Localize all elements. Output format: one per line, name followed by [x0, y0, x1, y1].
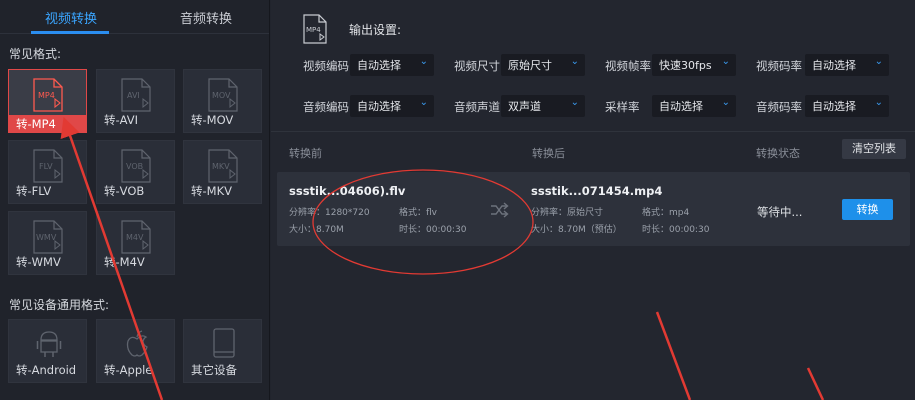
format-label: 转-MP4 [9, 115, 86, 132]
chevron-down-icon: ⌄ [419, 97, 428, 108]
frame-rate-select[interactable]: 快速30fps ⌄ [652, 54, 736, 76]
before-header: 转换前 [289, 147, 322, 160]
video-size-select[interactable]: 原始尺寸 ⌄ [501, 54, 585, 76]
source-filename: ssstik...04606).flv [289, 184, 406, 198]
audio-channel-select[interactable]: 双声道 ⌄ [501, 95, 585, 117]
source-size: 大小：8.70M [289, 225, 344, 235]
flv-file-icon: FLV [33, 149, 63, 183]
source-resolution: 分辨率：1280*720 [289, 208, 370, 218]
chevron-down-icon: ⌄ [419, 56, 428, 67]
video-bitrate-label: 视频码率 [756, 59, 802, 73]
format-badge: M4V [126, 233, 144, 242]
format-tile-avi[interactable]: AVI 转-AVI [96, 69, 175, 133]
format-badge: FLV [39, 162, 53, 171]
common-formats-title: 常见格式: [9, 47, 62, 61]
mov-file-icon: MOV [208, 78, 238, 112]
video-codec-label: 视频编码 [303, 59, 349, 73]
convert-button[interactable]: 转换 [842, 199, 893, 220]
chevron-down-icon: ⌄ [721, 97, 730, 108]
vob-file-icon: VOB [121, 149, 151, 183]
device-label: 转-Apple [104, 363, 153, 377]
format-badge: MP4 [38, 91, 55, 100]
format-tile-m4v[interactable]: M4V 转-M4V [96, 211, 175, 275]
target-size: 大小：8.70M（预估） [531, 225, 622, 235]
format-tile-mp4[interactable]: MP4 转-MP4 [8, 69, 87, 133]
audio-channel-label: 音频声道 [454, 100, 500, 114]
format-label: 转-MOV [191, 113, 234, 127]
frame-rate-label: 视频帧率 [605, 59, 651, 73]
clear-list-button[interactable]: 清空列表 [842, 139, 906, 159]
format-badge: WMV [36, 233, 57, 242]
device-tile-apple[interactable]: 转-Apple [96, 319, 175, 383]
chevron-down-icon: ⌄ [874, 97, 883, 108]
format-label: 转-VOB [104, 184, 145, 198]
tab-audio-convert[interactable]: 音频转换 [180, 8, 232, 27]
video-bitrate-select[interactable]: 自动选择 ⌄ [805, 54, 889, 76]
mkv-file-icon: MKV [208, 149, 238, 183]
device-tile-android[interactable]: 转-Android [8, 319, 87, 383]
format-badge: AVI [127, 91, 140, 100]
chevron-down-icon: ⌄ [874, 56, 883, 67]
conversion-tabs: 视频转换 音频转换 [0, 0, 269, 34]
format-tile-mov[interactable]: MOV 转-MOV [183, 69, 262, 133]
format-label: 转-MKV [191, 184, 232, 198]
format-tile-wmv[interactable]: WMV 转-WMV [8, 211, 87, 275]
sample-rate-label: 采样率 [605, 100, 640, 114]
active-tab-indicator [31, 31, 109, 34]
chevron-down-icon: ⌄ [570, 56, 579, 67]
app-window: 视频转换 音频转换 常见格式: MP4 转-MP4 AVI 转-AVI MOV … [0, 0, 915, 400]
audio-bitrate-select[interactable]: 自动选择 ⌄ [805, 95, 889, 117]
target-filename: ssstik...071454.mp4 [531, 184, 663, 198]
file-row: ssstik...04606).flv 分辨率：1280*720 格式：flv … [277, 172, 910, 246]
output-badge: MP4 [306, 26, 321, 34]
device-tile-other[interactable]: 其它设备 [183, 319, 262, 383]
format-label: 转-M4V [104, 255, 145, 269]
tablet-icon [213, 328, 235, 358]
format-badge: VOB [126, 162, 143, 171]
wmv-file-icon: WMV [33, 220, 63, 254]
chevron-down-icon: ⌄ [570, 97, 579, 108]
video-codec-select[interactable]: 自动选择 ⌄ [350, 54, 434, 76]
output-settings-title: 输出设置: [349, 23, 402, 37]
video-size-label: 视频尺寸 [454, 59, 500, 73]
target-duration: 时长：00:00:30 [642, 225, 710, 235]
format-label: 转-AVI [104, 113, 139, 127]
sample-rate-select[interactable]: 自动选择 ⌄ [652, 95, 736, 117]
android-icon [36, 331, 62, 357]
chevron-down-icon: ⌄ [721, 56, 730, 67]
shuffle-convert-icon [491, 202, 509, 218]
format-tile-flv[interactable]: FLV 转-FLV [8, 140, 87, 204]
after-header: 转换后 [532, 147, 565, 160]
device-formats-title: 常见设备通用格式: [9, 298, 110, 312]
target-format: 格式：mp4 [642, 208, 690, 218]
status-text: 等待中... [757, 205, 803, 219]
audio-codec-label: 音频编码 [303, 100, 349, 114]
section-divider [271, 131, 915, 132]
device-label: 其它设备 [191, 363, 237, 377]
source-duration: 时长：00:00:30 [399, 225, 467, 235]
target-resolution: 分辨率：原始尺寸 [531, 208, 604, 218]
format-tile-vob[interactable]: VOB 转-VOB [96, 140, 175, 204]
avi-file-icon: AVI [121, 78, 151, 112]
format-tile-mkv[interactable]: MKV 转-MKV [183, 140, 262, 204]
audio-bitrate-label: 音频码率 [756, 100, 802, 114]
format-label: 转-WMV [16, 255, 61, 269]
device-label: 转-Android [16, 363, 77, 377]
output-format-icon: MP4 [303, 14, 327, 44]
mp4-file-icon: MP4 [33, 78, 63, 112]
source-format: 格式：flv [399, 208, 437, 218]
format-label: 转-FLV [16, 184, 52, 198]
m4v-file-icon: M4V [121, 220, 151, 254]
format-badge: MOV [212, 91, 231, 100]
status-header: 转换状态 [756, 147, 800, 160]
tab-video-convert[interactable]: 视频转换 [45, 8, 97, 27]
format-badge: MKV [212, 162, 230, 171]
apple-icon [126, 330, 148, 357]
format-panel: 视频转换 音频转换 常见格式: MP4 转-MP4 AVI 转-AVI MOV … [0, 0, 270, 400]
audio-codec-select[interactable]: 自动选择 ⌄ [350, 95, 434, 117]
main-panel: MP4 输出设置: 视频编码 自动选择 ⌄ 视频尺寸 原始尺寸 ⌄ 视频帧率 快速3… [271, 0, 915, 400]
